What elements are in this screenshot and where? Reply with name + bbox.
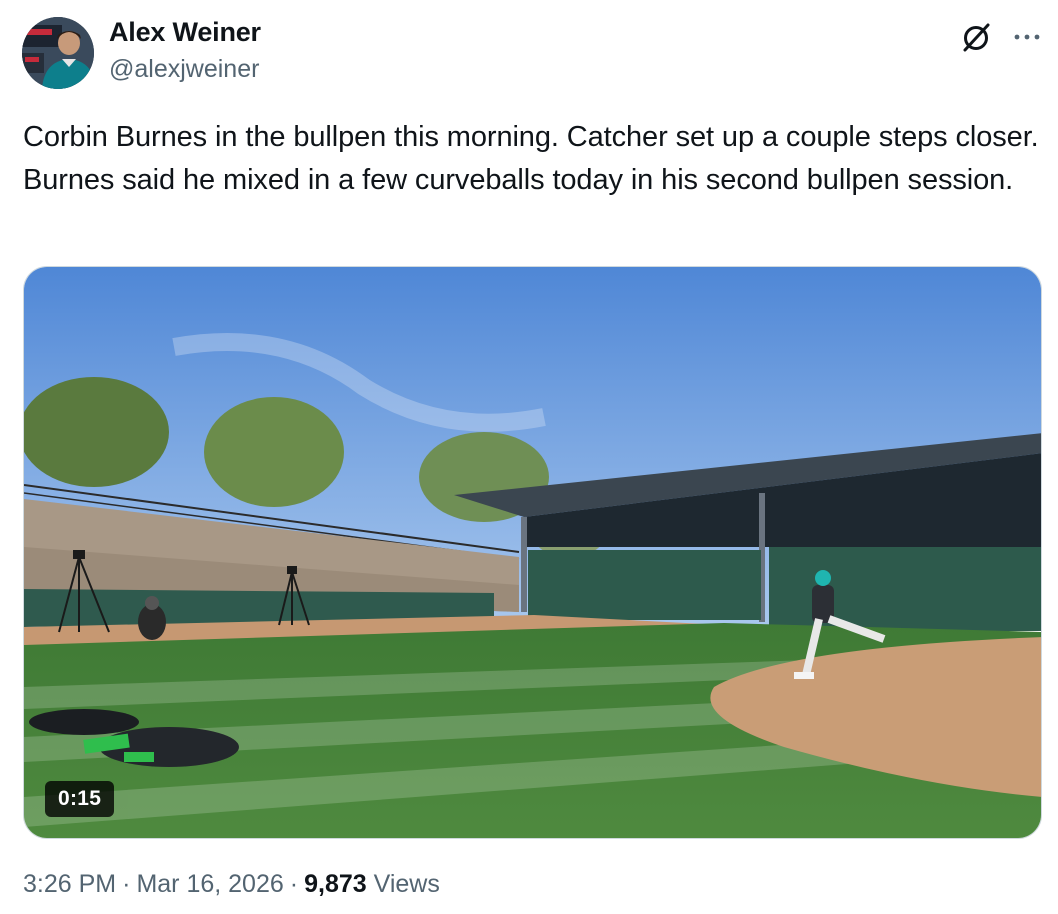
grok-slash-icon[interactable] [958,20,994,56]
meta-separator: · [289,870,299,898]
video-player[interactable] [23,266,1042,839]
tweet-text: Corbin Burnes in the bullpen this mornin… [23,121,1039,196]
video-thumbnail [24,267,1041,838]
tweet-time[interactable]: 3:26 PM [23,870,116,898]
views-count: 9,873 [304,870,367,898]
more-horizontal-icon[interactable] [1010,22,1044,52]
avatar-image [22,17,94,89]
tweet-meta: 3:26 PM · Mar 16, 2026 · 9,873 Views [23,870,440,899]
avatar[interactable] [22,17,94,89]
author-name[interactable]: Alex Weiner [109,17,261,48]
author-handle[interactable]: @alexjweiner [109,55,259,84]
meta-separator: · [122,870,131,898]
tweet-date[interactable]: Mar 16, 2026 [136,870,283,898]
video-duration: 0:15 [45,781,115,817]
views-label: Views [373,870,440,898]
